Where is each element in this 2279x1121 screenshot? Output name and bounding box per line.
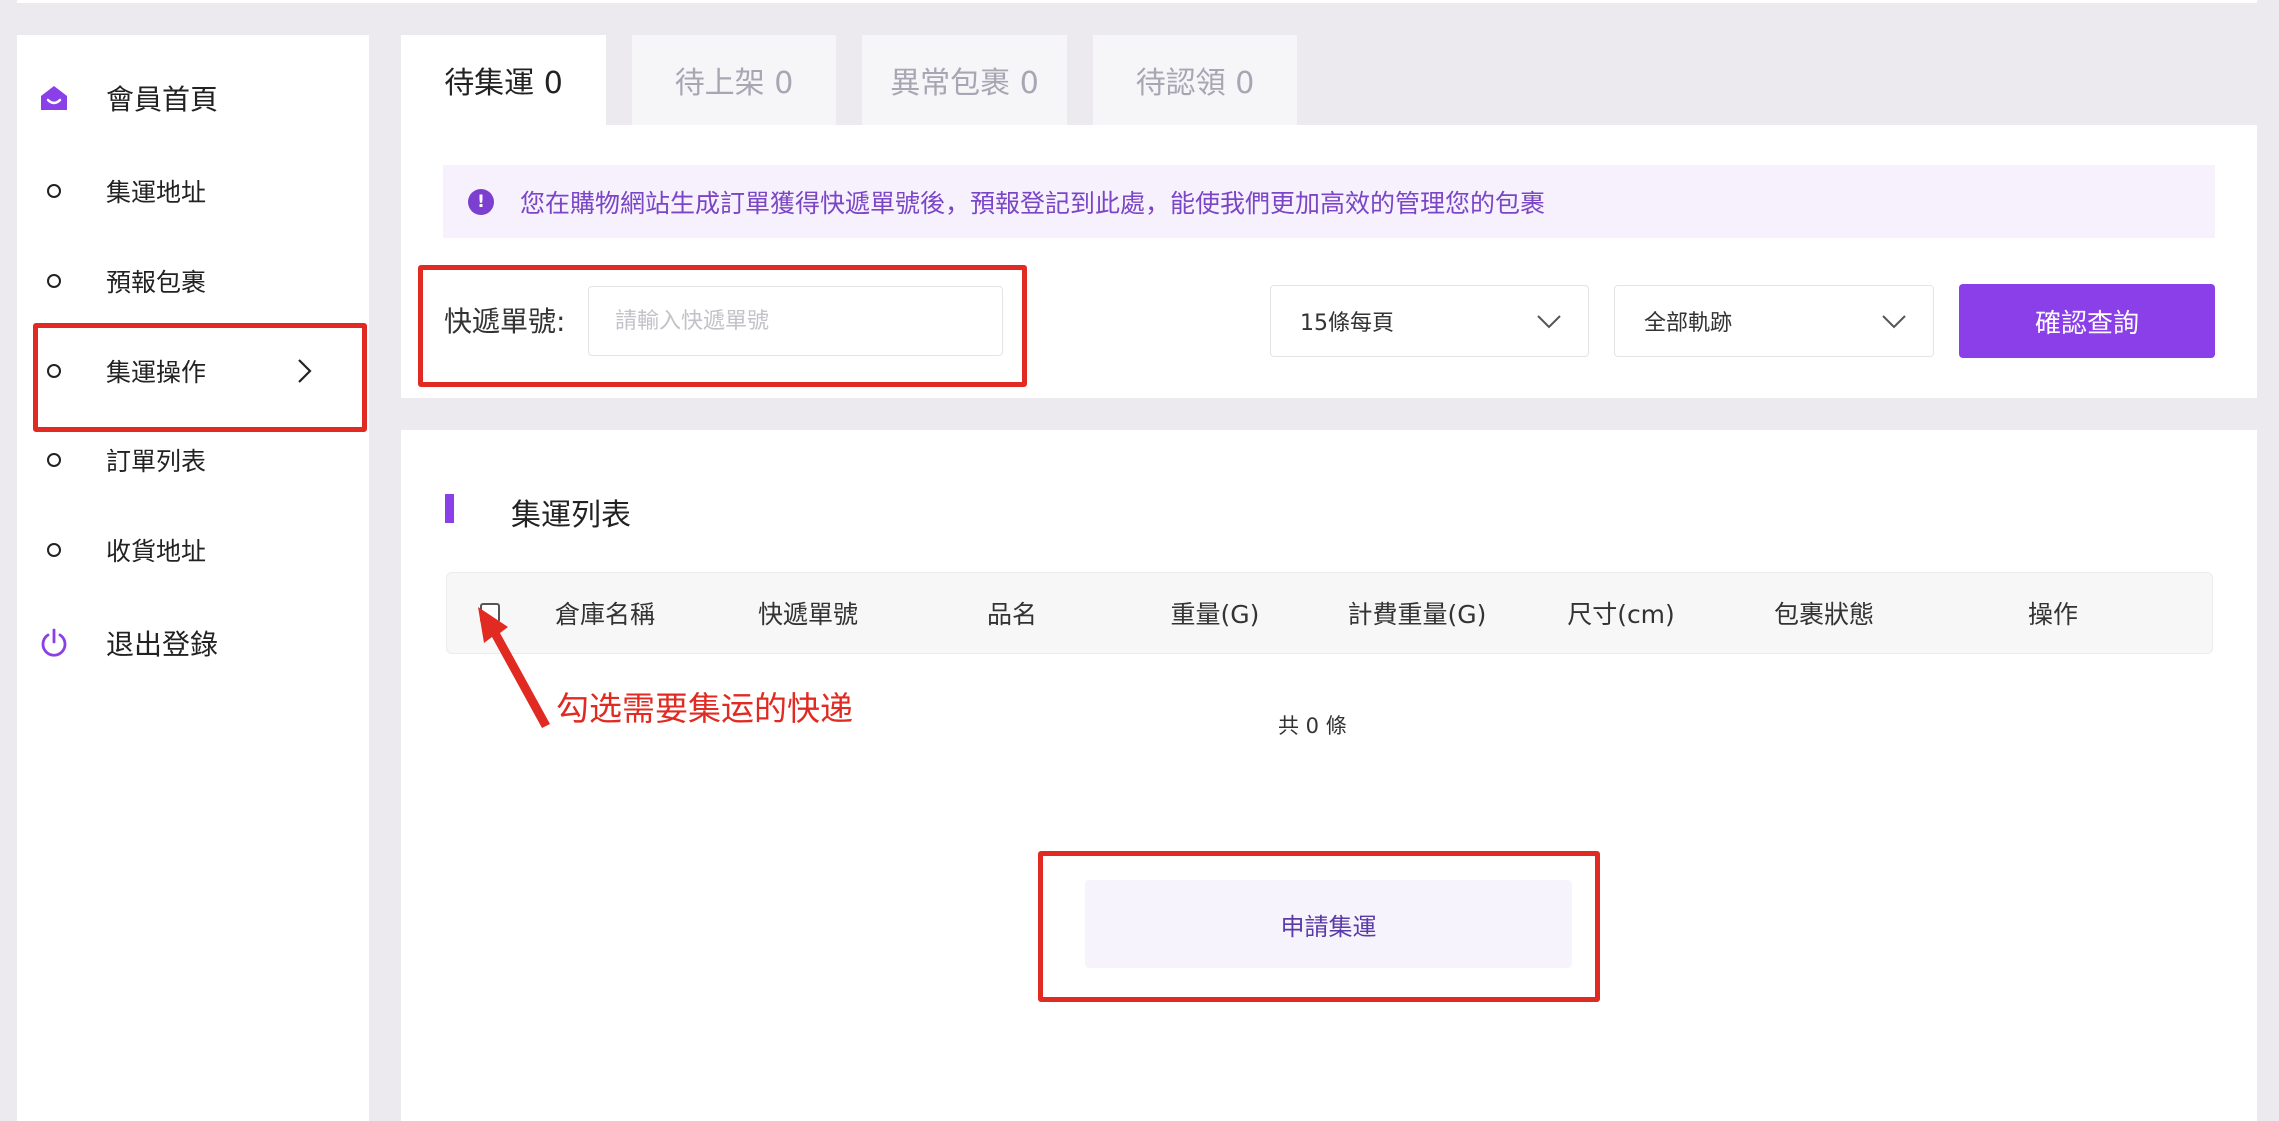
notice-text: 您在購物網站生成訂單獲得快遞單號後，預報登記到此處，能使我們更加高效的管理您的包… (520, 188, 1546, 218)
sidebar-item-receiving-address[interactable]: 收貨地址 (0, 515, 352, 585)
sidebar-item-member-home[interactable]: 會員首頁 (0, 63, 352, 133)
sidebar-item-label: 訂單列表 (106, 447, 207, 476)
tab-pending-claim[interactable]: 待認領 0 (1093, 35, 1297, 125)
tab-pending-shelving[interactable]: 待上架 0 (632, 35, 836, 125)
tab-abnormal-package[interactable]: 異常包裹 0 (862, 35, 1067, 125)
column-header: 快遞單號 (757, 599, 858, 629)
sidebar-item-label: 會員首頁 (106, 83, 219, 116)
column-header: 重量(G) (1170, 599, 1260, 629)
page-size-select[interactable]: 15條每頁 (1270, 285, 1589, 357)
sidebar-item-label: 退出登錄 (106, 628, 219, 661)
circle-bullet-icon (38, 534, 70, 566)
sidebar-item-logout[interactable]: 退出登錄 (0, 608, 352, 678)
chevron-down-icon (1881, 308, 1907, 334)
consolidation-list-panel (401, 430, 2257, 1121)
annotation-box-sidebar (33, 323, 367, 432)
total-count: 共 0 條 (1278, 714, 1347, 738)
power-icon (38, 627, 70, 659)
circle-bullet-icon (38, 265, 70, 297)
section-title: 集運列表 (511, 498, 631, 533)
annotation-text: 勾选需要集运的快递 (556, 689, 853, 728)
sidebar-item-label: 收貨地址 (106, 537, 207, 566)
sidebar-item-label: 預報包裹 (106, 268, 207, 297)
home-icon (38, 82, 70, 114)
top-strip (17, 0, 2257, 3)
chevron-down-icon (1536, 308, 1562, 334)
notice-banner: ! 您在購物網站生成訂單獲得快遞單號後，預報登記到此處，能使我們更加高效的管理您… (443, 165, 2215, 238)
table-header: 倉庫名稱 快遞單號 品名 重量(G) 計費重量(G) 尺寸(cm) 包裹狀態 操… (446, 572, 2213, 654)
column-header: 包裹狀態 (1773, 599, 1874, 629)
annotation-box-apply (1038, 851, 1600, 1002)
column-header: 操作 (2027, 599, 2078, 629)
column-header: 計費重量(G) (1347, 599, 1487, 629)
sidebar-item-shipping-address[interactable]: 集運地址 (0, 156, 352, 226)
annotation-box-tracking (418, 265, 1027, 387)
track-filter-value: 全部軌跡 (1644, 311, 1733, 336)
confirm-query-button[interactable]: 確認查詢 (1959, 284, 2215, 358)
exclamation-icon: ! (468, 188, 494, 215)
tab-pending-consolidation[interactable]: 待集運 0 (401, 35, 606, 125)
column-header: 品名 (986, 599, 1037, 629)
circle-bullet-icon (38, 175, 70, 207)
track-filter-select[interactable]: 全部軌跡 (1614, 285, 1934, 357)
sidebar-item-order-list[interactable]: 訂單列表 (0, 425, 352, 495)
sidebar-item-label: 集運地址 (106, 178, 207, 207)
sidebar-item-forecast-package[interactable]: 預報包裹 (0, 246, 352, 316)
column-header: 尺寸(cm) (1567, 599, 1675, 629)
section-accent-bar (445, 494, 454, 523)
circle-bullet-icon (38, 444, 70, 476)
page-size-value: 15條每頁 (1300, 311, 1394, 336)
